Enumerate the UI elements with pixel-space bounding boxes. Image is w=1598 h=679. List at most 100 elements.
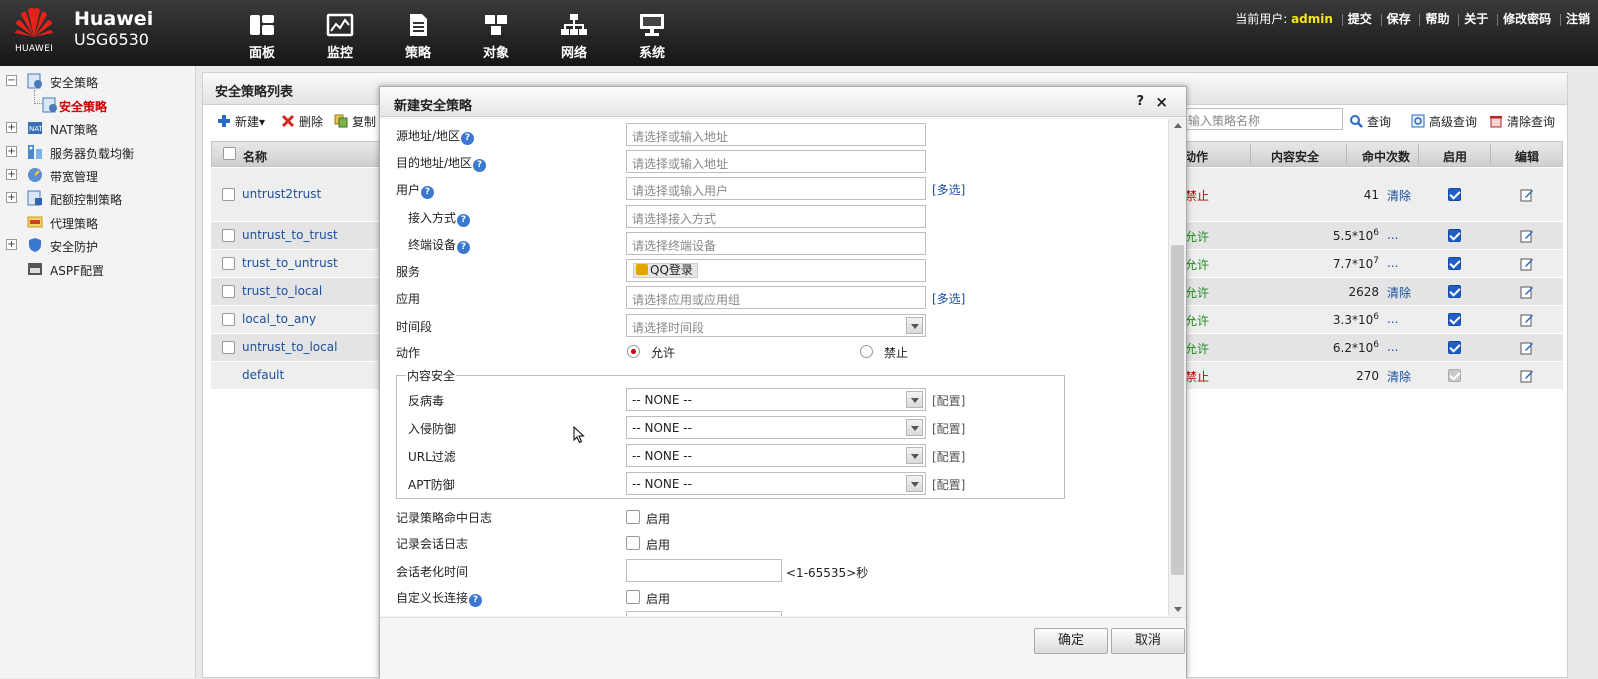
chevron-down-icon[interactable] [906,419,923,436]
service-input[interactable]: QQ登录 [626,259,926,282]
enable-checkbox[interactable] [1448,257,1461,270]
policy-name-link[interactable]: local_to_any [242,312,316,326]
session-aging-input[interactable] [626,559,782,582]
delete-button[interactable]: 删除 [281,113,323,130]
dest-address-input[interactable]: 请选择或输入地址 [626,150,926,173]
app-multi-select-link[interactable]: [多选] [932,290,965,307]
row-checkbox[interactable] [222,188,235,201]
expand-icon[interactable]: + [6,192,17,203]
select-all-checkbox[interactable] [223,147,236,160]
policy-name-link[interactable]: untrust_to_local [242,340,337,354]
nav-policy[interactable]: 策略 [386,0,450,66]
help-icon[interactable]: ? [473,159,487,172]
chevron-down-icon[interactable] [906,475,923,492]
policy-name-link[interactable]: trust_to_local [242,284,322,298]
scroll-down-icon[interactable] [1174,607,1182,612]
submit-link[interactable]: 提交 [1348,12,1372,26]
nav-object[interactable]: 对象 [464,0,528,66]
expand-icon[interactable]: + [6,169,17,180]
clear-hits-link[interactable]: 清除 [1387,368,1411,385]
help-icon[interactable]: ? [461,132,475,145]
enable-checkbox[interactable] [1448,188,1461,201]
help-icon[interactable]: ? [1136,94,1144,109]
advanced-query-button[interactable]: 高级查询 [1411,113,1477,130]
policy-name-link[interactable]: trust_to_untrust [242,256,338,270]
clear-query-button[interactable]: 清除查询 [1489,113,1555,130]
sidebar-item-quota[interactable]: + 配额控制策略 [0,187,196,209]
help-icon[interactable]: ? [457,241,471,254]
sidebar-item-security-policy-group[interactable]: − 安全策略 [0,70,196,92]
edit-icon[interactable] [1520,229,1534,243]
copy-button[interactable]: 复制 [334,113,376,130]
allow-radio[interactable] [627,345,640,358]
apt-config-link[interactable]: [配置] [932,476,965,493]
partial-input[interactable] [626,611,782,616]
collapse-icon[interactable]: − [6,75,17,86]
sidebar-item-bandwidth[interactable]: + 带宽管理 [0,164,196,186]
help-icon[interactable]: ? [421,186,435,199]
user-input[interactable]: 请选择或输入用户 [626,177,926,200]
clear-hits-link[interactable]: ... [1387,312,1398,326]
log-session-checkbox[interactable] [626,536,640,550]
enable-checkbox[interactable] [1448,313,1461,326]
terminal-device-input[interactable]: 请选择终端设备 [626,232,926,255]
help-icon[interactable]: ? [469,594,483,607]
edit-icon[interactable] [1520,257,1534,271]
ok-button[interactable]: 确定 [1034,628,1108,654]
clear-hits-link[interactable]: 清除 [1387,284,1411,301]
url-filter-select[interactable]: -- NONE -- [626,444,926,467]
clear-hits-link[interactable]: 清除 [1387,187,1411,204]
row-checkbox[interactable] [222,341,235,354]
ips-config-link[interactable]: [配置] [932,420,965,437]
chevron-down-icon[interactable] [906,391,923,408]
enable-checkbox[interactable] [1448,341,1461,354]
time-range-select[interactable]: 请选择时间段 [626,314,926,337]
query-button[interactable]: 查询 [1349,113,1391,130]
scroll-up-icon[interactable] [1174,123,1182,128]
policy-name-link[interactable]: default [242,368,284,382]
edit-icon[interactable] [1520,369,1534,383]
long-connection-checkbox[interactable] [626,590,640,604]
nav-dashboard[interactable]: 面板 [230,0,294,66]
sidebar-item-aspf[interactable]: ASPF配置 [0,258,196,280]
antivirus-select[interactable]: -- NONE -- [626,388,926,411]
user-multi-select-link[interactable]: [多选] [932,181,965,198]
row-checkbox[interactable] [222,229,235,242]
chevron-down-icon[interactable] [906,317,923,334]
edit-icon[interactable] [1520,341,1534,355]
cancel-button[interactable]: 取消 [1111,628,1185,654]
close-icon[interactable]: × [1155,93,1168,111]
ips-select[interactable]: -- NONE -- [626,416,926,439]
new-button[interactable]: 新建▾ [217,113,265,130]
policy-name-link[interactable]: untrust2trust [242,187,321,201]
nav-monitor[interactable]: 监控 [308,0,372,66]
enable-checkbox[interactable] [1448,285,1461,298]
logout-link[interactable]: 注销 [1566,12,1590,26]
nav-network[interactable]: 网络 [542,0,606,66]
url-filter-config-link[interactable]: [配置] [932,448,965,465]
clear-hits-link[interactable]: ... [1387,228,1398,242]
policy-name-link[interactable]: untrust_to_trust [242,228,338,242]
expand-icon[interactable]: + [6,122,17,133]
sidebar-item-nat-policy[interactable]: + NAT NAT策略 [0,117,196,139]
chevron-down-icon[interactable] [906,447,923,464]
deny-radio[interactable] [860,345,873,358]
access-method-input[interactable]: 请选择接入方式 [626,205,926,228]
row-checkbox[interactable] [222,285,235,298]
application-input[interactable]: 请选择应用或应用组 [626,286,926,309]
row-checkbox[interactable] [222,313,235,326]
clear-hits-link[interactable]: ... [1387,256,1398,270]
sidebar-item-protection[interactable]: + 安全防护 [0,234,196,256]
clear-hits-link[interactable]: ... [1387,340,1398,354]
expand-icon[interactable]: + [6,239,17,250]
edit-icon[interactable] [1520,285,1534,299]
nav-system[interactable]: 系统 [620,0,684,66]
source-address-input[interactable]: 请选择或输入地址 [626,123,926,146]
change-password-link[interactable]: 修改密码 [1503,12,1551,26]
antivirus-config-link[interactable]: [配置] [932,392,965,409]
apt-select[interactable]: -- NONE -- [626,472,926,495]
policy-search-input[interactable]: 输入策略名称 [1183,108,1343,130]
save-link[interactable]: 保存 [1387,12,1411,26]
sidebar-item-proxy[interactable]: 代理策略 [0,211,196,233]
scroll-thumb[interactable] [1171,245,1184,575]
